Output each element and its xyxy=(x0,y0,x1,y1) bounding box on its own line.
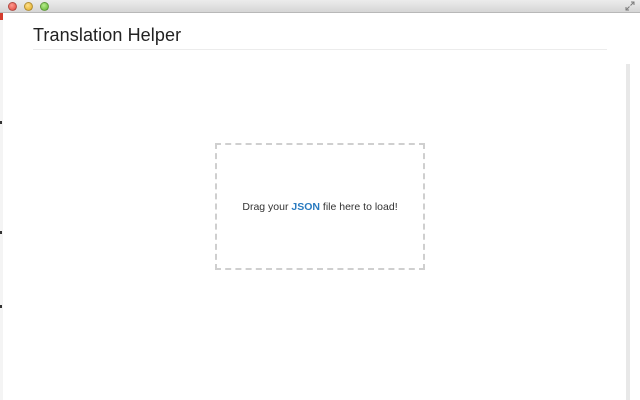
close-window-button[interactable] xyxy=(8,2,17,11)
minimize-window-button[interactable] xyxy=(24,2,33,11)
edge-tick xyxy=(0,121,2,124)
fullscreen-icon[interactable] xyxy=(625,1,635,11)
json-file-dropzone[interactable]: Drag your JSON file here to load! xyxy=(215,143,425,270)
page-header: Translation Helper xyxy=(33,24,607,50)
dropzone-json-keyword: JSON xyxy=(291,200,320,213)
edge-tick xyxy=(0,305,2,308)
window-titlebar[interactable] xyxy=(0,0,640,13)
window-left-edge xyxy=(0,13,3,400)
zoom-window-button[interactable] xyxy=(40,2,49,11)
edge-tick xyxy=(0,231,2,234)
dropzone-text-prefix: Drag your xyxy=(242,200,292,213)
dropzone-text-suffix: file here to load! xyxy=(319,200,398,213)
app-window: Translation Helper Drag your JSON file h… xyxy=(0,0,640,400)
page-title: Translation Helper xyxy=(33,25,182,45)
edge-marker xyxy=(0,13,3,20)
dropzone-instruction: Drag your JSON file here to load! xyxy=(242,201,397,213)
vertical-scrollbar[interactable] xyxy=(626,64,630,400)
